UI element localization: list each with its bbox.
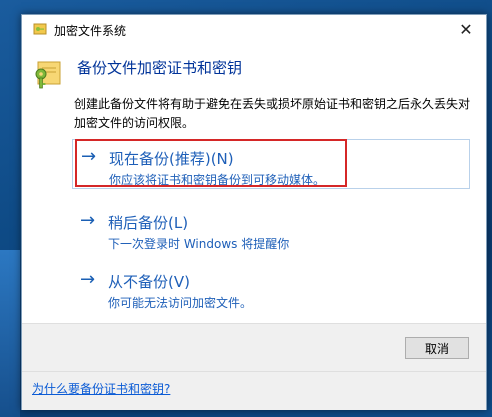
arrow-right-icon: →	[81, 146, 97, 167]
description-text: 创建此备份文件将有助于避免在丢失或损坏原始证书和密钥之后永久丢失对加密文件的访问…	[74, 97, 471, 130]
close-icon: ✕	[459, 19, 473, 39]
backup-later-option[interactable]: → 稍后备份(L) 下一次登录时 Windows 将提醒你	[72, 204, 470, 254]
option-title: 从不备份(V)	[108, 273, 190, 291]
title-bar: 加密文件系统 ✕	[22, 15, 486, 43]
dialog-heading: 备份文件加密证书和密钥	[77, 59, 243, 77]
option-subtitle: 下一次登录时 Windows 将提醒你	[108, 237, 290, 251]
option-title: 现在备份(推荐)(N)	[109, 150, 234, 168]
desktop-background	[0, 250, 20, 417]
backup-now-option[interactable]: → 现在备份(推荐)(N) 你应该将证书和密钥备份到可移动媒体。	[72, 139, 470, 189]
option-title: 稍后备份(L)	[108, 214, 189, 232]
window-title: 加密文件系统	[54, 24, 127, 38]
option-subtitle: 你应该将证书和密钥备份到可移动媒体。	[109, 173, 326, 187]
never-backup-option[interactable]: → 从不备份(V) 你可能无法访问加密文件。	[72, 263, 470, 313]
footer-divider	[22, 371, 486, 372]
key-certificate-icon	[35, 61, 61, 89]
cancel-button[interactable]: 取消	[405, 337, 469, 359]
arrow-right-icon: →	[80, 210, 96, 231]
arrow-right-icon: →	[80, 269, 96, 290]
key-certificate-icon	[33, 23, 47, 35]
efs-dialog-window: 加密文件系统 ✕ 备份文件加密证书和密钥 创建此备份文件将有助于避免在丢失或损坏…	[21, 14, 487, 410]
option-subtitle: 你可能无法访问加密文件。	[108, 296, 253, 310]
dialog-footer: 取消 为什么要备份证书和密钥?	[22, 323, 486, 410]
close-button[interactable]: ✕	[446, 15, 486, 43]
help-link[interactable]: 为什么要备份证书和密钥?	[32, 380, 170, 397]
